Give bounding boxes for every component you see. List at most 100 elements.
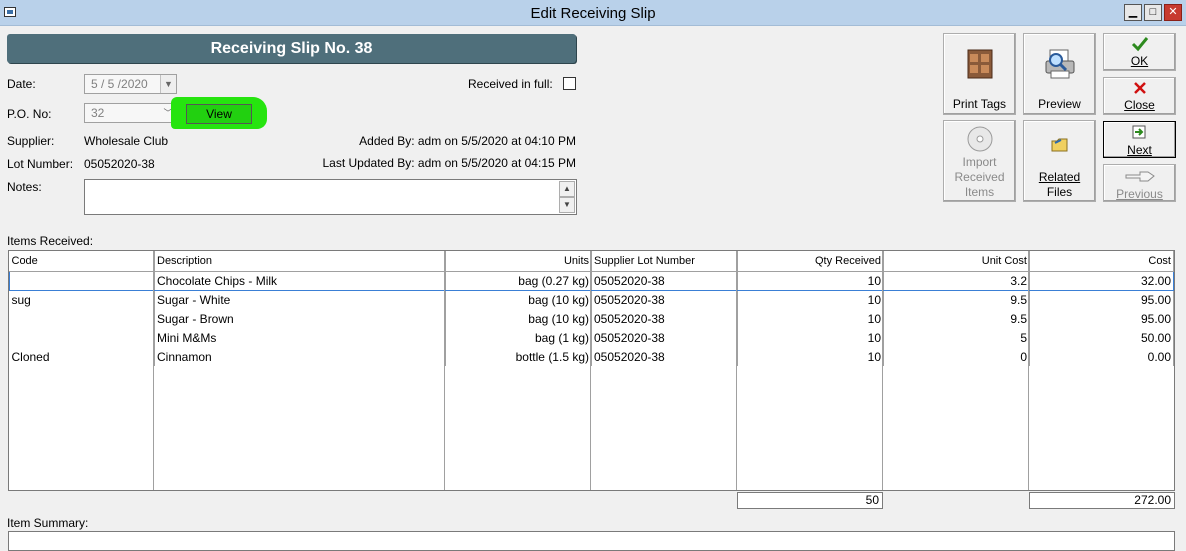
cell-cost[interactable]: 95.00 [1029,309,1174,328]
cell-units[interactable]: bag (1 kg) [445,328,592,347]
cell-unit-cost[interactable]: 9.5 [883,309,1030,328]
cell-cost[interactable]: 50.00 [1029,328,1174,347]
cell-qty[interactable]: 10 [737,347,884,366]
title-bar: Edit Receiving Slip ▁ □ ✕ [0,0,1186,26]
cell-unit-cost[interactable]: 9.5 [883,290,1030,309]
po-label: P.O. No: [7,107,52,121]
date-value: 5 / 5 /2020 [91,77,148,91]
related-label-line2: Files [1046,185,1073,199]
related-files-button[interactable]: Related Files [1023,120,1096,202]
po-number-select[interactable]: 32 ﹀ [84,103,177,123]
cell-description[interactable]: Sugar - Brown [154,309,446,328]
cell-supplier-lot[interactable]: 05052020-38 [591,290,738,309]
pointing-hand-icon [1125,171,1155,182]
cell-description[interactable]: Chocolate Chips - Milk [154,270,446,291]
scroll-down-icon[interactable]: ▼ [559,197,575,213]
table-row[interactable]: Cloned Cinnamon bottle (1.5 kg) 05052020… [9,347,1174,366]
next-button[interactable]: Next [1103,121,1176,158]
cell-unit-cost[interactable]: 5 [883,328,1030,347]
items-header-row: Code Description Units Supplier Lot Numb… [9,251,1174,272]
column-header-description[interactable]: Description [154,251,446,272]
import-label-line3: Items [964,185,995,199]
notes-scrollbar[interactable]: ▲ ▼ [559,181,575,213]
print-tags-button[interactable]: Print Tags [943,33,1016,115]
related-label-line1: Related [1038,170,1081,184]
printer-preview-icon [1045,49,1074,79]
cell-supplier-lot[interactable]: 05052020-38 [591,347,738,366]
cell-supplier-lot[interactable]: 05052020-38 [591,309,738,328]
print-tags-label: Print Tags [952,97,1007,111]
previous-label: Previous [1116,187,1163,201]
import-label-line1: Import [962,155,997,169]
received-in-full-checkbox[interactable] [563,77,576,90]
minimize-button[interactable]: ▁ [1124,4,1142,21]
po-number-value: 32 [91,106,105,120]
close-x-icon [1133,82,1146,94]
view-po-button[interactable]: View [186,104,252,124]
cell-description[interactable]: Cinnamon [154,347,446,366]
lot-number-label: Lot Number: [7,157,74,171]
column-header-cost[interactable]: Cost [1029,251,1174,272]
cell-unit-cost[interactable]: 0 [883,347,1030,366]
table-row[interactable]: Mini M&Ms bag (1 kg) 05052020-38 10 5 50… [9,328,1174,347]
close-button[interactable]: Close [1103,77,1176,115]
notes-textarea[interactable]: ▲ ▼ [84,179,577,215]
preview-label: Preview [1038,97,1081,111]
close-window-button[interactable]: ✕ [1164,4,1182,21]
close-label: Close [1124,98,1155,112]
import-received-items-button[interactable]: Import Received Items [943,120,1016,202]
cell-qty[interactable]: 10 [737,309,884,328]
column-header-units[interactable]: Units [445,251,592,272]
cell-supplier-lot[interactable]: 05052020-38 [591,328,738,347]
cell-qty[interactable]: 10 [737,328,884,347]
cell-supplier-lot[interactable]: 05052020-38 [591,270,738,291]
date-label: Date: [7,77,36,91]
scroll-up-icon[interactable]: ▲ [559,181,575,197]
column-header-code[interactable]: Code [9,251,155,272]
cell-cost[interactable]: 95.00 [1029,290,1174,309]
slip-title: Receiving Slip No. 38 [7,34,576,63]
cell-description[interactable]: Sugar - White [154,290,446,309]
supplier-value: Wholesale Club [84,134,169,148]
cell-unit-cost[interactable]: 3.2 [883,270,1030,291]
ok-label: OK [1130,54,1149,68]
cell-code[interactable] [9,270,155,291]
cell-code[interactable] [9,328,155,347]
lot-number-value: 05052020-38 [84,157,155,171]
total-qty-received: 50 [737,492,883,509]
cell-units[interactable]: bag (10 kg) [445,290,592,309]
table-row[interactable]: Chocolate Chips - Milk bag (0.27 kg) 050… [9,270,1174,291]
ok-button[interactable]: OK [1103,33,1176,71]
preview-button[interactable]: Preview [1023,33,1096,115]
column-header-supplier-lot[interactable]: Supplier Lot Number [591,251,738,272]
checkmark-icon [1131,37,1148,52]
cell-code[interactable] [9,309,155,328]
cell-units[interactable]: bag (10 kg) [445,309,592,328]
notes-label: Notes: [7,180,42,194]
column-header-unit-cost[interactable]: Unit Cost [883,251,1030,272]
chevron-down-icon[interactable]: ▼ [160,75,176,93]
cell-cost[interactable]: 0.00 [1029,347,1174,366]
cell-code[interactable]: Cloned [9,347,155,366]
items-received-grid[interactable]: Code Description Units Supplier Lot Numb… [8,250,1175,491]
table-row[interactable]: sug Sugar - White bag (10 kg) 05052020-3… [9,290,1174,309]
date-picker[interactable]: 5 / 5 /2020 ▼ [84,74,177,94]
cell-code[interactable]: sug [9,290,155,309]
maximize-button[interactable]: □ [1144,4,1162,21]
last-updated-text: Last Updated By: adm on 5/5/2020 at 04:1… [322,156,577,170]
folder-icon [1051,138,1067,152]
table-row[interactable]: Sugar - Brown bag (10 kg) 05052020-38 10… [9,309,1174,328]
import-label-line2: Received [954,170,1005,184]
item-summary-grid[interactable] [8,531,1175,551]
cell-qty[interactable]: 10 [737,270,884,291]
cell-cost[interactable]: 32.00 [1029,270,1174,291]
items-received-label: Items Received: [7,234,94,248]
cell-description[interactable]: Mini M&Ms [154,328,446,347]
cell-qty[interactable]: 10 [737,290,884,309]
column-header-qty-received[interactable]: Qty Received [737,251,884,272]
disc-icon [967,126,992,152]
total-cost: 272.00 [1029,492,1175,509]
cell-units[interactable]: bag (0.27 kg) [445,270,592,291]
cell-units[interactable]: bottle (1.5 kg) [445,347,592,366]
previous-button[interactable]: Previous [1103,164,1176,202]
